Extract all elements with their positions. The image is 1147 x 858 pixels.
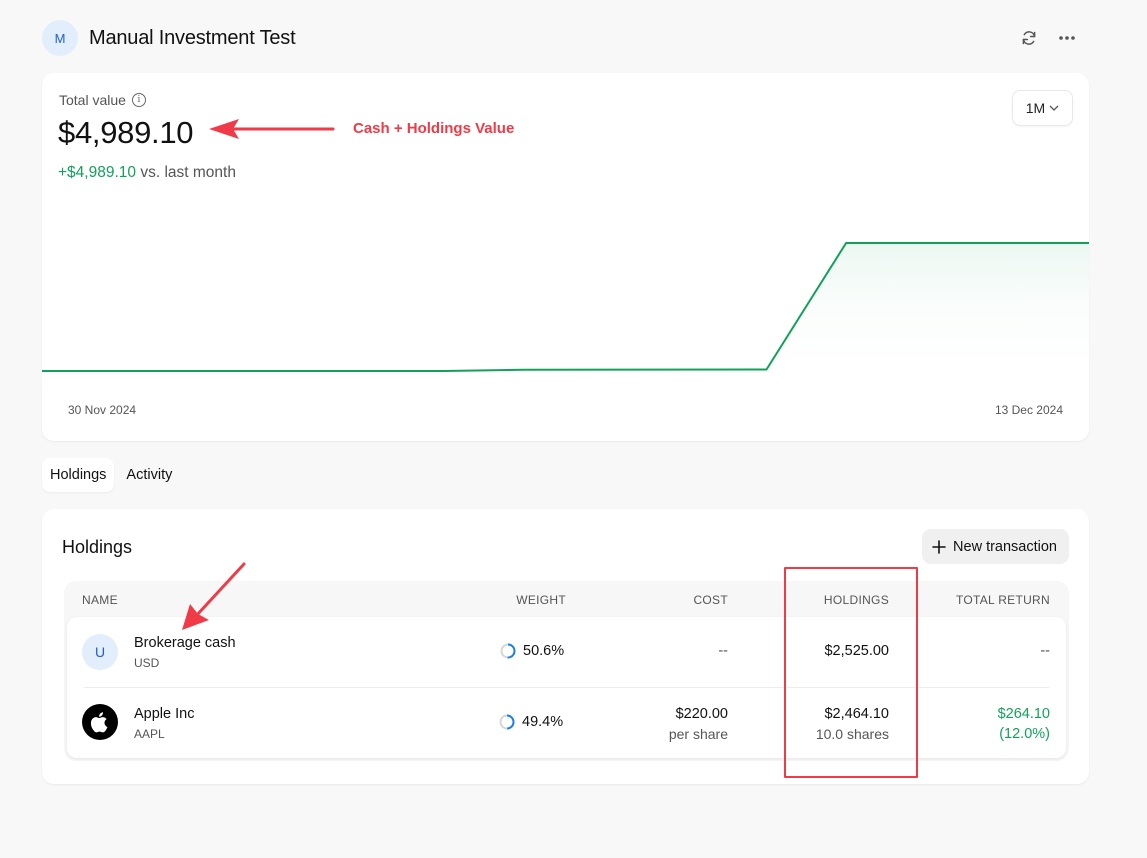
refresh-icon [1022, 31, 1036, 45]
change-amount: +$4,989.10 [58, 164, 137, 181]
more-horizontal-icon [1059, 36, 1075, 40]
chart-x-tick-end: 13 Dec 2024 [994, 403, 1063, 417]
new-transaction-button[interactable]: New transaction [922, 529, 1069, 564]
value-change: +$4,989.10 vs. last month [58, 164, 236, 182]
change-suffix: vs. last month [140, 164, 236, 181]
annotation-highlight-holdings-column [784, 567, 918, 778]
total-return-cell: -- [1040, 643, 1050, 659]
asset-symbol: AAPL [134, 727, 165, 741]
column-header-name[interactable]: NAME [82, 593, 118, 607]
weight-ring-icon [499, 714, 515, 730]
info-icon[interactable]: i [131, 93, 146, 107]
cost-sub: per share [668, 726, 728, 742]
holdings-title: Holdings [62, 537, 133, 557]
cost-cell: $220.00 [675, 706, 728, 722]
asset-avatar: U [82, 634, 118, 670]
asset-symbol: USD [134, 656, 160, 670]
annotation-arrow-value [209, 119, 335, 139]
section-tabs: Holdings Activity [42, 458, 180, 492]
more-options-button[interactable] [1057, 28, 1077, 48]
chart-area-fill [42, 243, 1089, 371]
tab-holdings[interactable]: Holdings [42, 458, 115, 492]
holdings-card: Holdings New transaction NAME WEIGHT COS… [42, 509, 1089, 784]
account-avatar: M [42, 20, 78, 56]
tab-activity[interactable]: Activity [118, 458, 180, 492]
asset-name: Brokerage cash [134, 635, 236, 651]
total-value-card: Total value i $4,989.10 +$4,989.10 vs. l… [42, 73, 1089, 441]
annotation-arrow-cash [182, 562, 246, 630]
plus-icon [932, 539, 946, 554]
page-title: Manual Investment Test [89, 26, 296, 49]
page-header: M Manual Investment Test [42, 20, 1089, 56]
period-selector[interactable]: 1M [1012, 90, 1073, 126]
chevron-down-icon [1049, 105, 1059, 111]
total-return-percent: (12.0%) [999, 726, 1050, 742]
value-chart [42, 242, 1089, 372]
weight-cell: 49.4% [499, 714, 563, 730]
asset-name: Apple Inc [134, 706, 195, 722]
weight-cell: 50.6% [500, 643, 564, 659]
weight-ring-icon [500, 643, 516, 659]
apple-logo-icon [82, 704, 118, 740]
total-value-label: Total value i [59, 92, 146, 108]
column-header-weight[interactable]: WEIGHT [516, 593, 566, 607]
cost-cell: -- [718, 643, 728, 659]
annotation-value-note: Cash + Holdings Value [353, 120, 515, 137]
column-header-cost[interactable]: COST [693, 593, 728, 607]
column-header-total-return[interactable]: TOTAL RETURN [956, 593, 1050, 607]
refresh-button[interactable] [1019, 28, 1039, 48]
chart-x-tick-start: 30 Nov 2024 [68, 403, 137, 417]
total-return-cell: $264.10 [997, 706, 1050, 722]
total-value: $4,989.10 [58, 115, 194, 150]
